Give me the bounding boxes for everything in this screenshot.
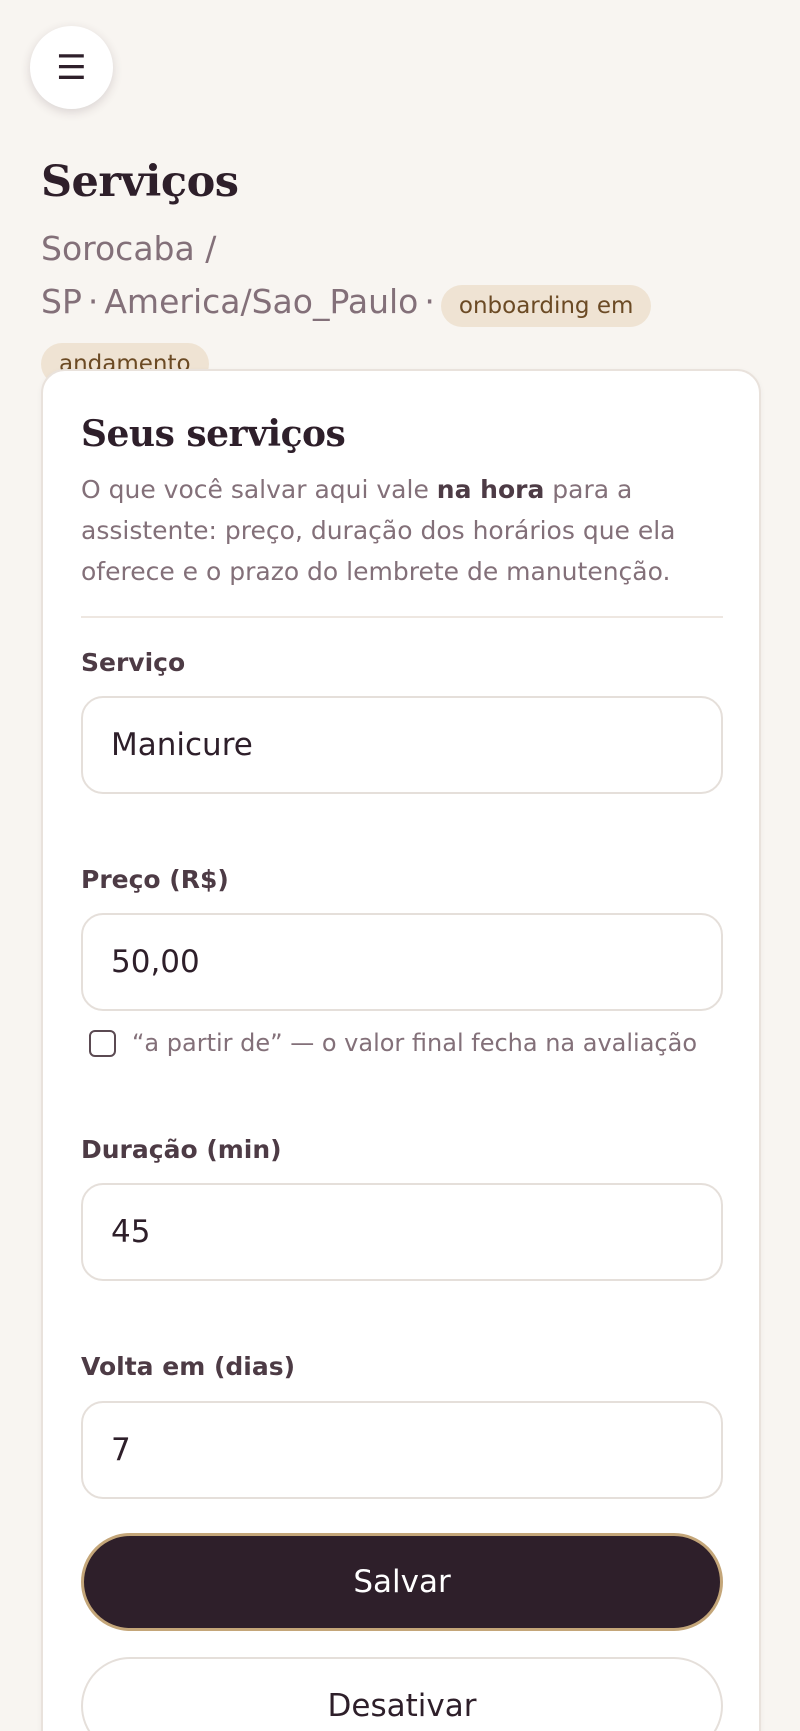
price-from-checkbox[interactable]: [89, 1029, 116, 1057]
timezone-text: America/Sao_Paulo: [104, 282, 419, 321]
price-input[interactable]: [81, 913, 723, 1011]
price-label: Preço (R$): [81, 865, 229, 894]
hamburger-icon: ☰: [56, 47, 87, 88]
card-title: Seus serviços: [81, 413, 346, 455]
service-input[interactable]: [81, 696, 723, 794]
page-subtitle: Sorocaba / SP · America/Sao_Paulo · onboardi…: [41, 222, 741, 391]
service-label: Serviço: [81, 648, 186, 677]
duration-label: Duração (min): [81, 1135, 282, 1164]
return-days-label: Volta em (dias): [81, 1352, 296, 1381]
services-card: Seus serviços O que você salvar aqui val…: [41, 369, 761, 1731]
return-days-input[interactable]: [81, 1401, 723, 1499]
save-button[interactable]: Salvar: [81, 1533, 723, 1631]
deactivate-button[interactable]: Desativar: [81, 1657, 723, 1731]
card-description-bold: na hora: [436, 475, 545, 504]
card-description: O que você salvar aqui vale na hora para…: [81, 469, 731, 592]
separator: ·: [424, 282, 435, 321]
separator: ·: [87, 282, 99, 321]
card-description-prefix: O que você salvar aqui vale: [81, 475, 437, 504]
divider: [81, 616, 723, 618]
duration-input[interactable]: [81, 1183, 723, 1281]
price-from-label: “a partir de” — o valor final fecha na a…: [132, 1029, 697, 1057]
price-from-row[interactable]: “a partir de” — o valor final fecha na a…: [89, 1029, 697, 1057]
page-title: Serviços: [41, 157, 239, 207]
menu-button[interactable]: ☰: [30, 26, 113, 109]
